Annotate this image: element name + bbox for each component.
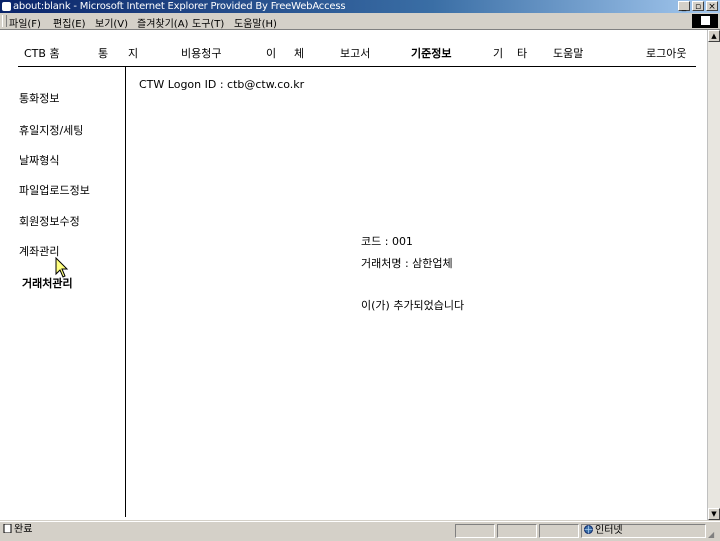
- sidebar-item-accounts[interactable]: 계좌관리: [19, 243, 59, 259]
- code-line: 코드 : 001: [361, 235, 413, 248]
- sidebar-item-member-edit[interactable]: 회원정보수정: [19, 213, 80, 229]
- page-icon: [3, 524, 12, 533]
- maximize-button[interactable]: ▫: [692, 1, 704, 12]
- nav-transfer-2[interactable]: 체: [294, 45, 304, 61]
- globe-icon: [584, 525, 593, 534]
- nav-base-info[interactable]: 기준정보: [411, 45, 451, 61]
- close-button[interactable]: ×: [706, 1, 718, 12]
- menu-tools[interactable]: 도구(T): [192, 15, 224, 30]
- mouse-cursor-icon: [55, 257, 69, 278]
- sidebar-divider: [125, 67, 126, 517]
- sidebar-item-date-format[interactable]: 날짜형식: [19, 152, 59, 168]
- status-pane-2: [497, 524, 537, 538]
- nav-divider: [18, 66, 696, 67]
- nav-help[interactable]: 도움말: [553, 45, 583, 61]
- nav-etc-1[interactable]: 기: [493, 45, 503, 61]
- nav-notice-2[interactable]: 지: [128, 45, 138, 61]
- minimize-button[interactable]: _: [678, 1, 690, 12]
- scroll-down-icon[interactable]: ▼: [708, 508, 720, 520]
- resize-grip-icon[interactable]: ◢: [708, 530, 718, 540]
- sidebar-item-call-info[interactable]: 통화정보: [19, 90, 59, 106]
- window-titlebar[interactable]: about:blank - Microsoft Internet Explore…: [0, 0, 720, 13]
- client-name-line: 거래처명 : 삼한업체: [361, 257, 453, 270]
- menu-file[interactable]: 파일(F): [9, 15, 41, 30]
- nav-reports[interactable]: 보고서: [340, 45, 370, 61]
- nav-transfer-1[interactable]: 이: [266, 45, 276, 61]
- scroll-up-icon[interactable]: ▲: [708, 30, 720, 42]
- zone-text: 인터넷: [595, 525, 623, 536]
- nav-ctb-home[interactable]: CTB 홈: [24, 45, 60, 61]
- top-nav: CTB 홈 통 지 비용청구 이 체 보고서 기준정보 기 타 도움말 로그아웃: [0, 30, 707, 66]
- ie-icon: [2, 2, 11, 11]
- nav-etc-2[interactable]: 타: [517, 45, 527, 61]
- nav-logout[interactable]: 로그아웃: [646, 45, 686, 61]
- menu-help[interactable]: 도움말(H): [234, 15, 277, 30]
- sidebar-item-file-upload[interactable]: 파일업로드정보: [19, 182, 90, 198]
- window-title: about:blank - Microsoft Internet Explore…: [13, 1, 346, 12]
- status-pane-3: [539, 524, 579, 538]
- menu-view[interactable]: 보기(V): [95, 15, 128, 30]
- toolbar-grip[interactable]: [2, 15, 7, 27]
- nav-notice-1[interactable]: 통: [98, 45, 108, 61]
- sidebar-item-holiday-setting[interactable]: 휴일지정/세팅: [19, 122, 83, 138]
- status-text: 완료: [14, 524, 33, 535]
- nav-billing[interactable]: 비용청구: [181, 45, 221, 61]
- menu-edit[interactable]: 편집(E): [53, 15, 86, 30]
- menu-bar: 파일(F) 편집(E) 보기(V) 즐겨찾기(A) 도구(T) 도움말(H): [0, 13, 720, 30]
- zone-pane: 인터넷: [581, 524, 706, 538]
- page-content: CTB 홈 통 지 비용청구 이 체 보고서 기준정보 기 타 도움말 로그아웃…: [0, 30, 707, 520]
- vertical-scrollbar[interactable]: ▲ ▼: [707, 30, 720, 520]
- status-pane-1: [455, 524, 495, 538]
- windows-logo-icon: [692, 14, 718, 28]
- result-message: 이(가) 추가되었습니다: [361, 299, 465, 312]
- menu-favorites[interactable]: 즐겨찾기(A): [137, 15, 188, 30]
- status-bar: 완료 인터넷 ◢: [0, 521, 720, 541]
- logon-id-text: CTW Logon ID : ctb@ctw.co.kr: [139, 78, 305, 91]
- status-text-pane: 완료: [1, 524, 451, 538]
